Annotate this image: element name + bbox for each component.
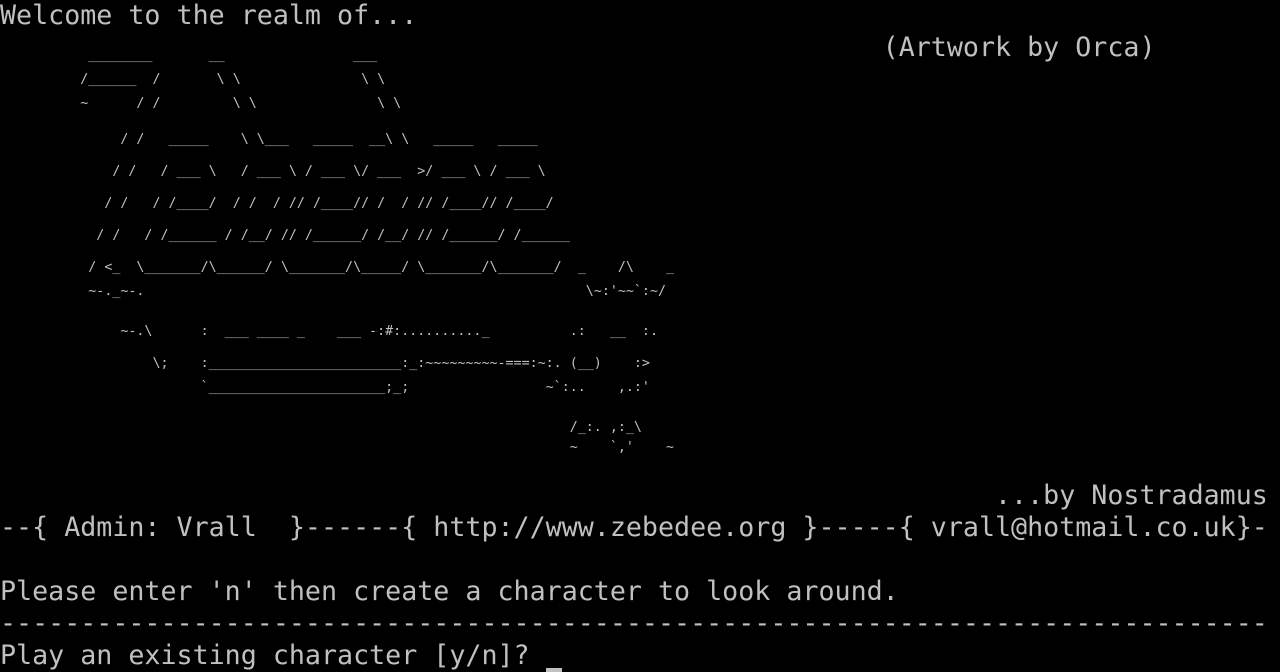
welcome-text: Welcome to the realm of... [0,0,418,31]
instruction-text: Please enter 'n' then create a character… [0,576,899,607]
ascii-art-line: / / / /____/ / / / // /____// / / // /__… [0,196,554,211]
play-character-prompt[interactable]: Play an existing character [y/n]? [0,640,1280,672]
ascii-art-line: ~-._~-. \~:'~~`:~/ [0,284,667,299]
ascii-art-line: / / / /______ / /__/ // /______/ /__/ //… [0,228,570,243]
zebedee-ascii-logo: ________ __ ___ /______ / \ \ \ \ ~ / / … [0,48,1280,464]
prompt-text: Play an existing character [y/n]? [0,640,546,671]
ascii-art-line: /______ / \ \ \ \ [0,72,386,87]
ascii-art-line: / <_ \_______/\______/ \_______/\_____/ … [0,260,675,275]
ascii-art-line: `______________________;_; ~`:.. ,.:' [0,380,650,395]
ascii-art-line: /_:. ,:_\ [0,420,642,435]
terminal-screen[interactable]: Welcome to the realm of... (Artwork by O… [0,0,1280,672]
ascii-art-line: ________ __ ___ [0,48,378,63]
separator-line: ----------------------------------------… [0,608,1268,639]
ascii-art-line: ~ / / \ \ \ \ [0,96,402,111]
author-credit: ...by Nostradamus [0,480,1268,511]
ascii-art-line: \; :________________________:_:~~~~~~~~~… [0,356,650,371]
ascii-art-line: ~-.\ : ___ ____ _ ___ -:#:.........._ .:… [0,324,658,339]
ascii-art-line: / / _____ \ \___ _____ __\ \ _____ _____ [0,132,538,147]
ascii-art-line: ~ `,' ~ [0,440,675,455]
text-cursor [545,668,562,672]
admin-banner: --{ Admin: Vrall }------{ http://www.zeb… [0,512,1268,543]
ascii-art-line: / / / ___ \ / ___ \ / ___ \/ ___ >/ ___ … [0,164,546,179]
